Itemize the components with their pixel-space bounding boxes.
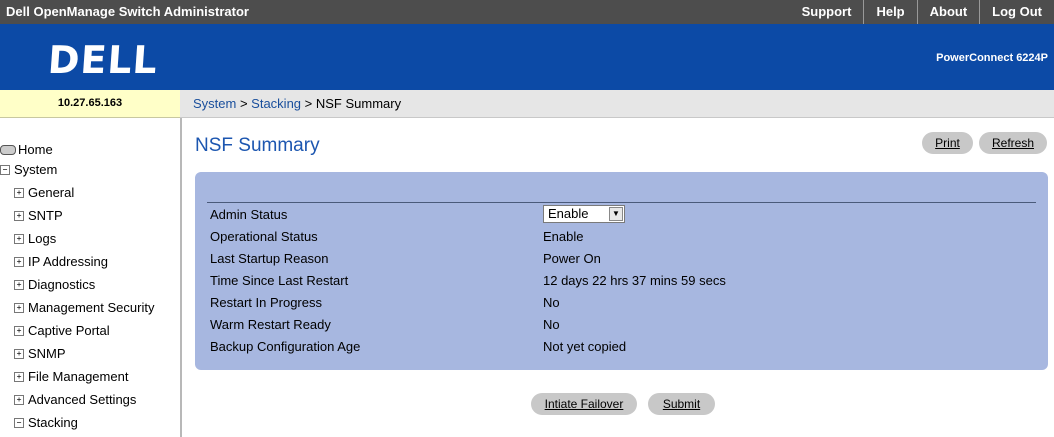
sidebar-item-system[interactable]: − System <box>0 162 57 177</box>
expand-icon[interactable]: + <box>14 233 24 244</box>
device-model: PowerConnect 6224P <box>936 52 1048 64</box>
sidebar-item-label: System <box>14 162 58 177</box>
sidebar-item-sntp[interactable]: + SNTP <box>14 208 63 223</box>
row-label: Operational Status <box>210 229 318 244</box>
expand-icon[interactable]: + <box>14 279 24 290</box>
admin-status-select[interactable]: Enable ▼ <box>543 205 625 223</box>
sidebar-item-captive-portal[interactable]: + Captive Portal <box>14 323 110 338</box>
sidebar-item-stacking[interactable]: − Stacking <box>14 415 78 430</box>
breadcrumb-bar: System > Stacking > NSF Summary <box>180 90 1054 118</box>
initiate-failover-button[interactable]: Intiate Failover <box>531 393 637 415</box>
admin-status-value: Enable <box>548 206 589 221</box>
expand-icon[interactable]: + <box>14 371 24 382</box>
about-link[interactable]: About <box>916 0 980 24</box>
top-bar: Dell OpenManage Switch Administrator Sup… <box>0 0 1054 24</box>
breadcrumb-sep: > <box>236 96 252 111</box>
sidebar-item-label: Logs <box>28 231 57 246</box>
expand-icon[interactable]: + <box>14 302 24 313</box>
row-label: Restart In Progress <box>210 295 322 310</box>
sidebar-item-label: Home <box>18 142 53 157</box>
dell-logo: DELL <box>46 38 160 82</box>
sidebar-item-advanced-settings[interactable]: + Advanced Settings <box>14 392 136 407</box>
table-row: Time Since Last Restart 12 days 22 hrs 3… <box>207 270 1036 291</box>
collapse-icon[interactable]: − <box>14 417 24 428</box>
sidebar-item-diagnostics[interactable]: + Diagnostics <box>14 277 95 292</box>
row-label: Warm Restart Ready <box>210 317 331 332</box>
breadcrumb-sep: > <box>301 96 316 111</box>
submit-button[interactable]: Submit <box>648 393 715 415</box>
breadcrumb-system[interactable]: System <box>193 96 236 111</box>
sidebar-item-management-security[interactable]: + Management Security <box>14 300 154 315</box>
app-title: Dell OpenManage Switch Administrator <box>6 4 249 19</box>
sidebar-item-home[interactable]: Home <box>0 142 53 157</box>
sidebar-item-label: Advanced Settings <box>28 392 137 407</box>
table-row: Operational Status Enable <box>207 226 1036 247</box>
table-row: Backup Configuration Age Not yet copied <box>207 336 1036 357</box>
ip-address: 10.27.65.163 <box>0 90 180 118</box>
home-icon <box>0 144 16 155</box>
expand-icon[interactable]: + <box>14 325 24 336</box>
row-value: Not yet copied <box>543 339 627 354</box>
sidebar-item-label: SNMP <box>28 346 66 361</box>
sidebar-item-label: SNTP <box>28 208 63 223</box>
row-value: 12 days 22 hrs 37 mins 59 secs <box>543 273 726 288</box>
sidebar-item-ip-addressing[interactable]: + IP Addressing <box>14 254 108 269</box>
expand-icon[interactable]: + <box>14 210 24 221</box>
support-link[interactable]: Support <box>790 0 864 24</box>
sidebar-item-label: Diagnostics <box>28 277 96 292</box>
row-label: Time Since Last Restart <box>210 273 349 288</box>
sidebar-item-file-management[interactable]: + File Management <box>14 369 128 384</box>
expand-icon[interactable]: + <box>14 394 24 405</box>
logout-link[interactable]: Log Out <box>979 0 1054 24</box>
row-value: Enable <box>543 229 584 244</box>
breadcrumb-current: NSF Summary <box>315 96 402 111</box>
sidebar-item-snmp[interactable]: + SNMP <box>14 346 66 361</box>
sidebar-item-label: File Management <box>28 369 129 384</box>
sidebar-item-general[interactable]: + General <box>14 185 74 200</box>
sidebar-item-logs[interactable]: + Logs <box>14 231 56 246</box>
header-divider <box>207 202 1036 203</box>
collapse-icon[interactable]: − <box>0 164 10 175</box>
row-label: Backup Configuration Age <box>210 339 361 354</box>
sidebar: Home − System + General + SNTP + Logs + … <box>0 118 182 437</box>
row-label: Admin Status <box>210 207 288 222</box>
refresh-button[interactable]: Refresh <box>979 132 1047 154</box>
row-label: Last Startup Reason <box>210 251 329 266</box>
page-title: NSF Summary <box>195 135 320 156</box>
table-row: Admin Status Enable ▼ <box>207 204 1036 225</box>
help-link[interactable]: Help <box>863 0 916 24</box>
table-row: Last Startup Reason Power On <box>207 248 1036 269</box>
print-button[interactable]: Print <box>922 132 973 154</box>
expand-icon[interactable]: + <box>14 256 24 267</box>
breadcrumb: System > Stacking > NSF Summary <box>193 96 401 111</box>
sidebar-item-label: Management Security <box>28 300 155 315</box>
sidebar-item-label: Captive Portal <box>28 323 110 338</box>
expand-icon[interactable]: + <box>14 187 24 198</box>
table-row: Warm Restart Ready No <box>207 314 1036 335</box>
row-value: No <box>543 317 560 332</box>
sidebar-item-label: General <box>28 185 75 200</box>
breadcrumb-stacking[interactable]: Stacking <box>251 96 301 111</box>
row-value: No <box>543 295 560 310</box>
nsf-summary-panel: Admin Status Enable ▼ Operational Status… <box>195 172 1048 370</box>
chevron-down-icon[interactable]: ▼ <box>609 207 623 221</box>
top-nav: Support Help About Log Out <box>790 0 1054 24</box>
expand-icon[interactable]: + <box>14 348 24 359</box>
sidebar-item-label: Stacking <box>28 415 78 430</box>
row-value: Power On <box>543 251 601 266</box>
sidebar-item-label: IP Addressing <box>28 254 108 269</box>
table-row: Restart In Progress No <box>207 292 1036 313</box>
